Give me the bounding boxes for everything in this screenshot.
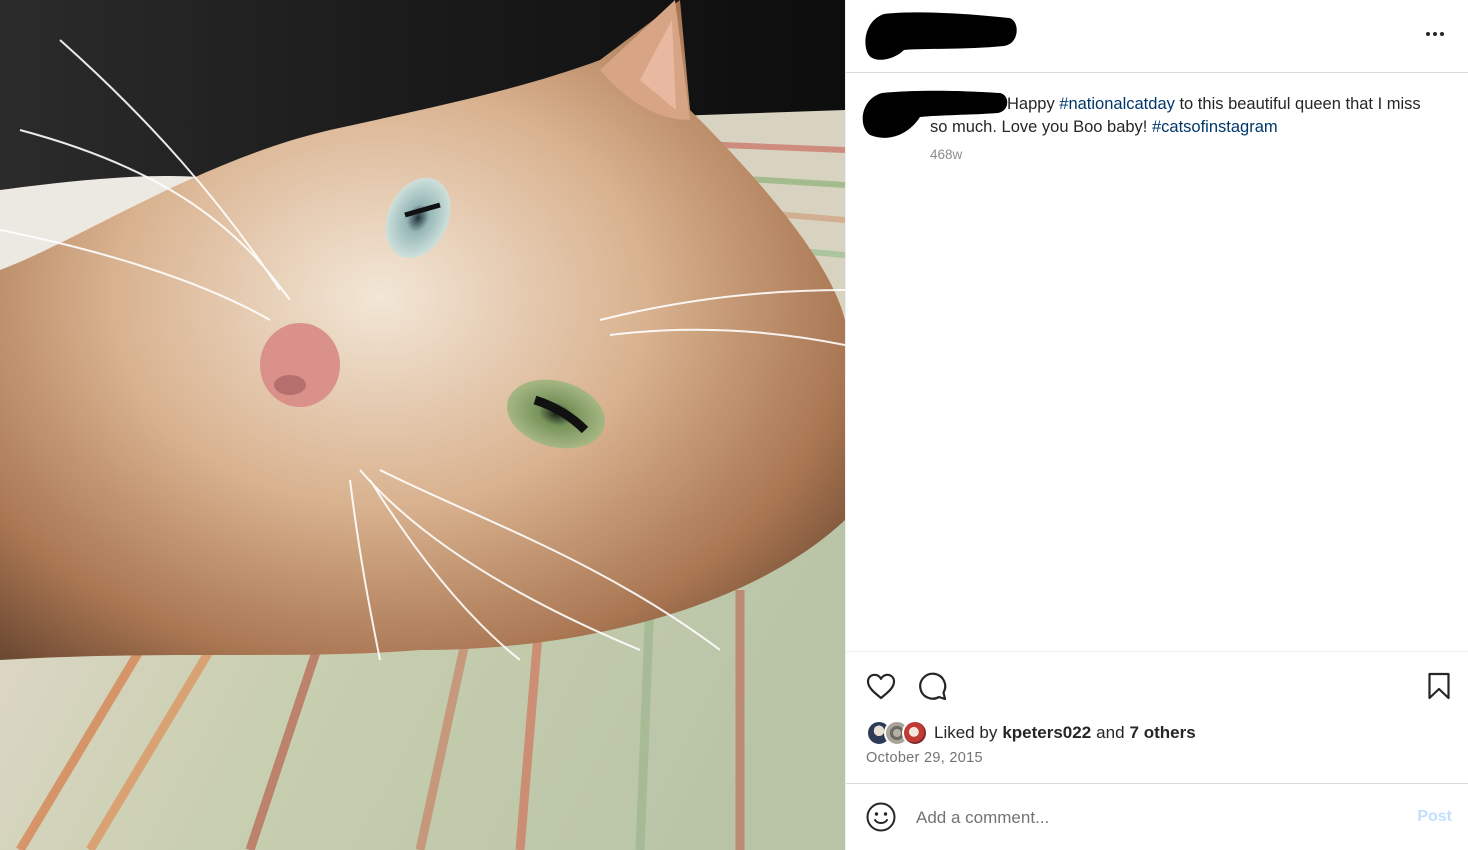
redacted-username	[865, 12, 1017, 60]
likes-summary: Liked by kpeters022 and 7 others	[866, 720, 1196, 746]
bookmark-icon	[1428, 672, 1450, 700]
emoji-button[interactable]	[865, 801, 897, 833]
save-button[interactable]	[1422, 669, 1456, 703]
more-options-button[interactable]	[1419, 20, 1451, 48]
post-date[interactable]: October 29, 2015	[866, 750, 983, 766]
heart-icon	[866, 673, 896, 699]
hashtag-link[interactable]: #nationalcatday	[1059, 95, 1175, 113]
post-details-panel: Happy #nationalcatday to this beautiful …	[845, 0, 1468, 850]
likes-others-link[interactable]: 7 others	[1130, 723, 1196, 743]
like-button[interactable]	[864, 669, 898, 703]
liker-username[interactable]: kpeters022	[1002, 723, 1091, 743]
avatar[interactable]	[902, 720, 928, 746]
comment-button[interactable]	[915, 669, 949, 703]
comment-input[interactable]	[916, 803, 1396, 833]
hashtag-link[interactable]: #catsofinstagram	[1152, 118, 1278, 136]
caption-text: Happy #nationalcatday to this beautiful …	[930, 93, 1430, 138]
comment-bubble-icon	[919, 672, 947, 701]
post-header	[846, 0, 1468, 73]
liker-avatars	[866, 720, 930, 746]
cat-photo	[0, 0, 845, 850]
caption-segment: Happy	[1007, 95, 1060, 113]
likes-joiner: and	[1096, 723, 1125, 742]
likes-prefix: Liked by	[934, 723, 998, 742]
more-options-icon	[1426, 32, 1430, 36]
post-caption: Happy #nationalcatday to this beautiful …	[846, 73, 1468, 651]
emoji-smiley-icon	[866, 802, 896, 832]
comment-bar: Post	[846, 783, 1468, 850]
caption-age: 468w	[930, 147, 963, 162]
post-actions: Liked by kpeters022 and 7 others October…	[846, 651, 1468, 783]
post-comment-button[interactable]: Post	[1417, 808, 1452, 826]
post-image[interactable]	[0, 0, 845, 850]
